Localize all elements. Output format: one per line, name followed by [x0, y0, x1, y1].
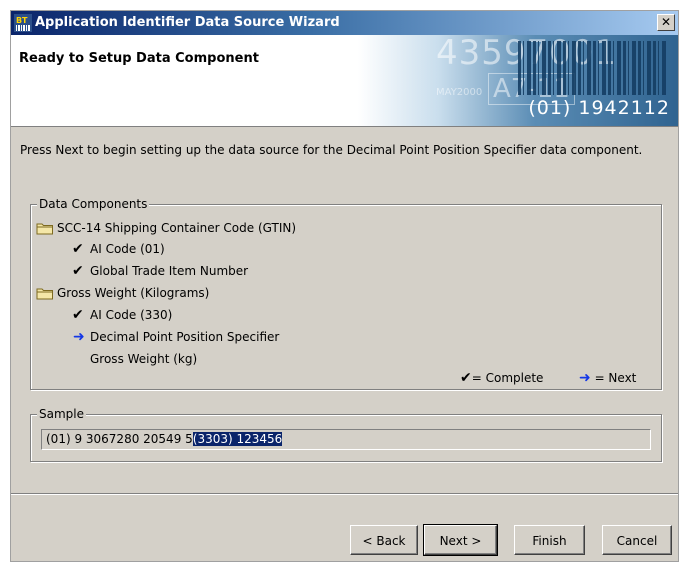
close-icon: ✕: [660, 15, 672, 29]
sample-legend: Sample: [37, 407, 86, 421]
svg-text:T: T: [22, 16, 28, 25]
next-button[interactable]: Next >: [423, 524, 498, 556]
window-title: Application Identifier Data Source Wizar…: [35, 15, 340, 30]
barcode-banner: 43597001 MAY2000 A7-11 (01) 1942112: [358, 35, 678, 126]
instruction-text: Press Next to begin setting up the data …: [20, 143, 643, 157]
list-item-label: Gross Weight (Kilograms): [57, 286, 210, 300]
arrow-right-icon: ➜: [73, 329, 85, 345]
sample-group: Sample (01) 9 3067280 20549 5(3303) 1234…: [30, 407, 662, 462]
banner-code-text: (01) 1942112: [528, 97, 670, 119]
list-item-label: AI Code (330): [90, 308, 173, 322]
legend-next-label: = Next: [594, 371, 637, 385]
legend-complete-label: = Complete: [471, 371, 544, 385]
close-button[interactable]: ✕: [657, 14, 675, 31]
sample-selection: (3303) 123456: [192, 432, 283, 446]
banner-small-text: MAY2000: [436, 87, 483, 98]
data-components-legend: Data Components: [37, 197, 150, 211]
sample-field[interactable]: (01) 9 3067280 20549 5(3303) 123456: [41, 429, 651, 450]
finish-button[interactable]: Finish: [514, 525, 585, 555]
list-item-label: SCC-14 Shipping Container Code (GTIN): [57, 221, 297, 235]
page-title: Ready to Setup Data Component: [19, 51, 259, 66]
wizard-header: Ready to Setup Data Component 43597001 M…: [11, 35, 678, 127]
folder-icon: [36, 288, 53, 300]
cancel-button[interactable]: Cancel: [602, 525, 672, 555]
checkmark-icon: ✔: [460, 370, 472, 386]
wizard-window: B T Application Identifier Data Source W…: [10, 10, 679, 562]
back-button[interactable]: < Back: [350, 525, 418, 555]
app-icon: B T: [14, 14, 32, 32]
list-item-label: Global Trade Item Number: [90, 264, 249, 278]
list-item-label: Decimal Point Position Specifier: [90, 330, 280, 344]
sample-prefix: (01) 9 3067280 20549 5: [46, 432, 193, 446]
checkmark-icon: ✔: [72, 307, 84, 323]
checkmark-icon: ✔: [72, 263, 84, 279]
list-item-label: Gross Weight (kg): [90, 352, 198, 366]
data-components-group: Data Components SCC-14 Shipping Containe…: [30, 197, 662, 390]
legend-key-next: ➜ = Next: [579, 370, 636, 386]
checkmark-icon: ✔: [72, 241, 84, 257]
arrow-right-icon: ➜: [579, 370, 591, 386]
list-item-label: AI Code (01): [90, 242, 165, 256]
barcode-icon: [518, 41, 668, 95]
legend-key-complete: ✔= Complete: [460, 370, 543, 386]
title-bar[interactable]: B T Application Identifier Data Source W…: [11, 11, 678, 35]
button-separator: [11, 493, 678, 495]
folder-icon: [36, 223, 53, 235]
